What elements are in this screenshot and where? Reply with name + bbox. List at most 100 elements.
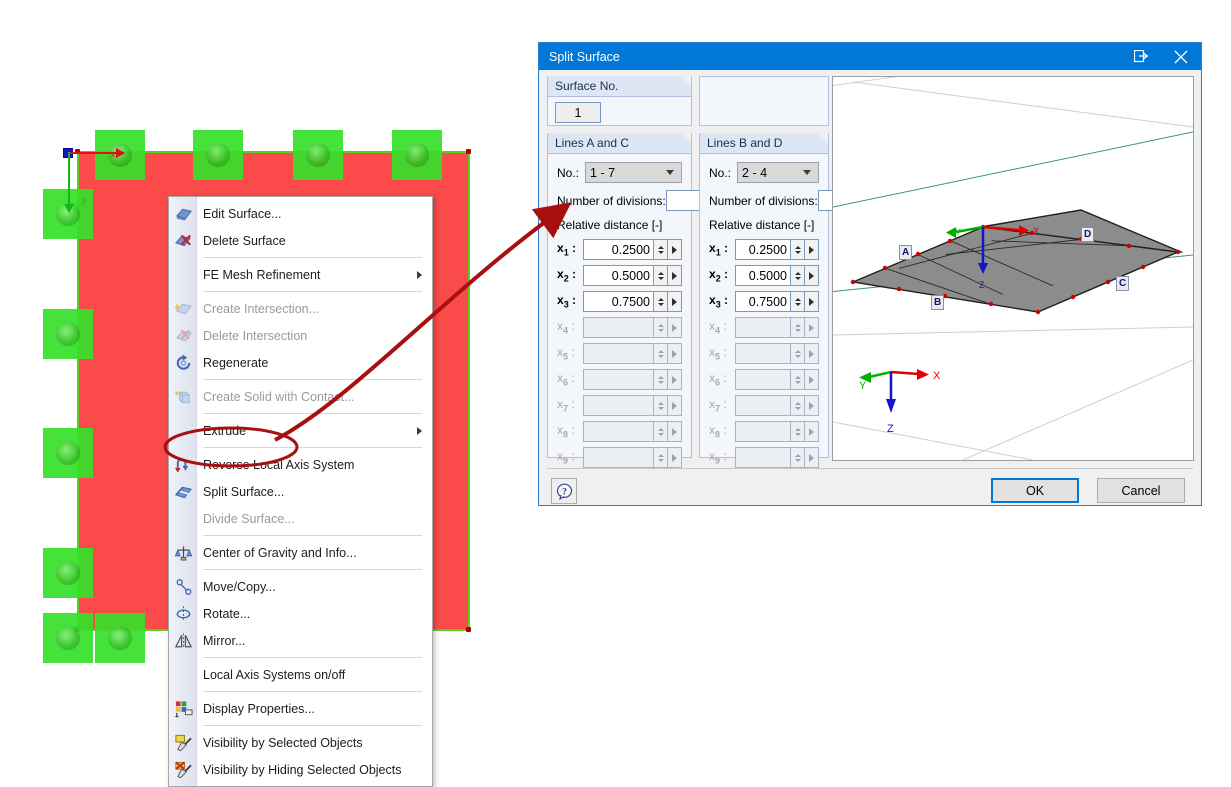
surface-context-menu[interactable]: Edit Surface... Delete Surface FE Mesh Ref… (168, 196, 433, 787)
lines-bd-picker-x3[interactable] (804, 291, 819, 312)
lines-bd-picker-x1[interactable] (804, 239, 819, 260)
menu-item-rotate[interactable]: Rotate... (169, 600, 432, 627)
menu-separator (203, 413, 422, 414)
menu-item-local-axis-systems-on-off[interactable]: Local Axis Systems on/off (169, 661, 432, 688)
menu-item-edit-surface[interactable]: Edit Surface... (169, 200, 432, 227)
menu-item-reverse-local-axis-system[interactable]: Reverse Local Axis System (169, 451, 432, 478)
lines-ac-spinner-x3[interactable] (653, 291, 667, 312)
dialog-titlebar[interactable]: Split Surface (539, 43, 1201, 70)
menu-item-center-of-gravity-and-info[interactable]: Center of Gravity and Info... (169, 539, 432, 566)
lines-bd-row-x9: x9 : (709, 446, 819, 469)
menu-item-fe-mesh-refinement[interactable]: FE Mesh Refinement (169, 261, 432, 288)
menu-item-split-surface[interactable]: Split Surface... (169, 478, 432, 505)
nodal-support[interactable] (43, 309, 93, 359)
lines-ac-value-x3[interactable]: 0.7500 (583, 291, 653, 312)
lines-ac-label-x3: x3 : (557, 293, 577, 310)
lines-bd-row-x2: x2 : 0.5000 (709, 264, 819, 287)
surface-no-input[interactable]: 1 (555, 102, 601, 123)
lines-ac-no-select[interactable]: 1 - 7 (585, 162, 682, 183)
lines-bd-field-x1[interactable]: 0.2500 (735, 239, 819, 260)
lines-ac-picker-x7 (667, 395, 682, 416)
menu-item-label: Rotate... (203, 606, 251, 621)
lines-bd-row-x4: x4 : (709, 316, 819, 339)
lines-ac-spinner-x8 (653, 421, 667, 442)
lines-ac-spinner-x1[interactable] (653, 239, 667, 260)
lines-bd-field-x2[interactable]: 0.5000 (735, 265, 819, 286)
lines-bd-no-select[interactable]: 2 - 4 (737, 162, 819, 183)
lines-ac-picker-x1[interactable] (667, 239, 682, 260)
lines-bd-value-x1[interactable]: 0.2500 (735, 239, 790, 260)
lines-ac-picker-x2[interactable] (667, 265, 682, 286)
restore-window-icon[interactable] (1121, 43, 1161, 70)
lines-ac-value-x9 (583, 447, 653, 468)
lines-ac-label-x6: x6 : (557, 371, 575, 388)
lines-bd-spinner-x1[interactable] (790, 239, 804, 260)
lines-ac-value-x1[interactable]: 0.2500 (583, 239, 653, 260)
nodal-support[interactable] (43, 613, 93, 663)
menu-item-regenerate[interactable]: Regenerate (169, 349, 432, 376)
lines-ac-field-x9 (583, 447, 682, 468)
menu-item-extrude[interactable]: Extrude (169, 417, 432, 444)
ok-button[interactable]: OK (991, 478, 1079, 503)
lines-ac-value-x7 (583, 395, 653, 416)
menu-separator (203, 257, 422, 258)
split-surface-dialog[interactable]: Split Surface Surface No. 1 Lines A and … (538, 42, 1202, 506)
menu-item-label: Reverse Local Axis System (203, 457, 355, 472)
menu-item-visibility-by-selected-objects[interactable]: Visibility by Selected Objects (169, 729, 432, 756)
lines-bd-value-x2[interactable]: 0.5000 (735, 265, 790, 286)
lines-ac-label-x5: x5 : (557, 345, 575, 362)
nodal-support[interactable] (293, 130, 343, 180)
menu-item-label: Edit Surface... (203, 206, 282, 221)
reverse-axis-icon (174, 455, 193, 474)
lines-ac-label-x4: x4 : (557, 319, 575, 336)
lines-ac-field-x5 (583, 343, 682, 364)
surface-3d-preview[interactable]: X Y Z X Y Z A B C D (822, 56, 1194, 461)
svg-text:Y: Y (955, 227, 961, 237)
lines-ac-picker-x8 (667, 421, 682, 442)
menu-item-visibility-by-hiding-selected-objects[interactable]: Visibility by Hiding Selected Objects (169, 756, 432, 783)
lines-bd-picker-x7 (804, 395, 819, 416)
nodal-support[interactable] (43, 428, 93, 478)
lines-bd-picker-x8 (804, 421, 819, 442)
nodal-support[interactable] (392, 130, 442, 180)
surface-no-group: Surface No. 1 (547, 76, 692, 126)
lines-bd-spinner-x3[interactable] (790, 291, 804, 312)
menu-item-label: Local Axis Systems on/off (203, 667, 346, 682)
lines-bd-picker-x9 (804, 447, 819, 468)
lines-bd-value-x3[interactable]: 0.7500 (735, 291, 790, 312)
menu-item-mirror[interactable]: Mirror... (169, 627, 432, 654)
nodal-support[interactable] (95, 613, 145, 663)
lines-ac-row-x9: x9 : (557, 446, 682, 469)
lines-ac-value-x2[interactable]: 0.5000 (583, 265, 653, 286)
lines-ac-field-x1[interactable]: 0.2500 (583, 239, 682, 260)
lines-ac-field-x2[interactable]: 0.5000 (583, 265, 682, 286)
lines-bd-picker-x2[interactable] (804, 265, 819, 286)
nodal-support[interactable] (43, 548, 93, 598)
lines-ac-spinner-x2[interactable] (653, 265, 667, 286)
menu-separator (203, 691, 422, 692)
help-icon[interactable]: ? (551, 478, 577, 504)
menu-item-move-copy[interactable]: Move/Copy... (169, 573, 432, 600)
lines-ac-picker-x3[interactable] (667, 291, 682, 312)
lines-bd-spinner-x2[interactable] (790, 265, 804, 286)
preview-corner-label-c: C (1116, 276, 1130, 291)
split-surface-icon (174, 482, 193, 501)
visibility-selected-icon (174, 733, 193, 752)
menu-item-delete-surface[interactable]: Delete Surface (169, 227, 432, 254)
menu-item-label: Split Surface... (203, 484, 285, 499)
mirror-icon (174, 631, 193, 650)
lines-ac-group: Lines A and C No.: 1 - 7 Number of divis… (547, 133, 737, 468)
lines-ac-field-x3[interactable]: 0.7500 (583, 291, 682, 312)
nodal-support[interactable] (193, 130, 243, 180)
menu-item-display-properties[interactable]: Display Properties... (169, 695, 432, 722)
lines-bd-field-x3[interactable]: 0.7500 (735, 291, 819, 312)
chevron-down-icon (666, 170, 674, 175)
lines-bd-picker-x5 (804, 343, 819, 364)
menu-item-label: Center of Gravity and Info... (203, 545, 357, 560)
cancel-button[interactable]: Cancel (1097, 478, 1185, 503)
delete-intersection-icon (174, 326, 193, 345)
menu-item-divide-surface: Divide Surface... (169, 505, 432, 532)
lines-ac-title: Lines A and C (548, 133, 691, 154)
lines-bd-label-x2: x2 : (709, 267, 729, 284)
close-icon[interactable] (1161, 43, 1201, 70)
